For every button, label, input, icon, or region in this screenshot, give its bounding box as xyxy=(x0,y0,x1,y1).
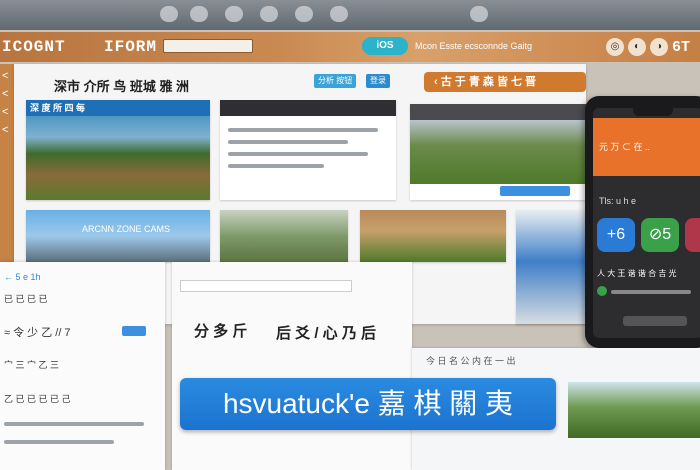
phone-screen: 元 万 ⊂ 在 .. Tls: u h e +6 ⊘5 人 大 王 谐 谐 合 … xyxy=(593,108,700,338)
browser-tab-bar xyxy=(0,0,700,30)
chevron-left-icon[interactable]: < xyxy=(2,124,14,136)
app-tile[interactable]: ⊘5 xyxy=(641,218,679,252)
panel-line: 宀 三 宀 乙 三 xyxy=(4,360,60,370)
building-image xyxy=(516,210,586,324)
site-header: ICOGNT IFORM iOS Mcon Esste ecsconnde Ga… xyxy=(0,32,700,62)
card-title: 深 度 所 四 每 xyxy=(26,100,210,116)
landscape-image xyxy=(26,116,210,200)
app-tile[interactable]: +6 xyxy=(597,218,635,252)
news-card[interactable]: 深 度 所 四 每 xyxy=(26,100,210,200)
promo-banner[interactable]: ‹ 古 于 青 森 皆 七 晋 xyxy=(424,72,586,92)
circle-3-icon[interactable]: ◑ xyxy=(649,38,668,56)
phone-header-text: 元 万 ⊂ 在 .. xyxy=(599,142,651,152)
hero-banner[interactable]: hsvuatuck'e 嘉 棋 關 夷 xyxy=(180,378,556,430)
panel-line: 乙 已 已 已 已 己 xyxy=(4,394,71,404)
panel-heading: 后 爻 / 心 乃 后 xyxy=(276,325,377,342)
site-logo[interactable]: ICOGNT xyxy=(2,38,66,56)
phone-button[interactable] xyxy=(623,316,687,326)
chevron-left-icon[interactable]: < xyxy=(2,106,14,118)
status-dot xyxy=(597,286,607,296)
header-nav-text[interactable]: Mcon Esste ecsconnde Gaitg xyxy=(415,41,532,51)
tab-pill[interactable] xyxy=(330,6,348,22)
bottom-left-panel: ← 5 e 1h 已 已 已 已 ≈ 令 少 乙 // 7 宀 三 宀 乙 三 … xyxy=(0,262,165,470)
panel-heading: 分 多 斤 xyxy=(194,323,248,340)
media-card[interactable] xyxy=(360,210,506,262)
circle-2-icon[interactable]: ◐ xyxy=(627,38,646,56)
image-caption: ARCNN ZONE CAMS xyxy=(82,224,171,234)
tab-pill[interactable] xyxy=(295,6,313,22)
side-nav-strip: < < < < xyxy=(0,64,14,264)
tab-pill[interactable] xyxy=(160,6,178,22)
panel-line[interactable]: ← 5 e 1h xyxy=(4,272,41,282)
tab-pill[interactable] xyxy=(260,6,278,22)
page-title: 深市 介所 鸟 班城 雅 洲 xyxy=(54,79,190,94)
news-card[interactable] xyxy=(220,100,396,200)
bottom-mid-panel: 分 多 斤 后 爻 / 心 乃 后 xyxy=(172,262,412,470)
tab-pill[interactable] xyxy=(190,6,208,22)
media-card[interactable] xyxy=(516,210,586,324)
landscape-image xyxy=(220,210,348,262)
nav-ios-button[interactable]: iOS xyxy=(362,37,408,55)
text-line xyxy=(611,290,691,294)
phone-notch xyxy=(633,108,673,116)
circle-1-icon[interactable]: ◎ xyxy=(605,38,624,56)
phone-mockup: 元 万 ⊂ 在 .. Tls: u h e +6 ⊘5 人 大 王 谐 谐 合 … xyxy=(585,96,700,348)
media-card[interactable] xyxy=(220,210,348,262)
phone-header: 元 万 ⊂ 在 .. xyxy=(593,118,700,176)
card-tag[interactable] xyxy=(500,186,570,196)
landscape-image xyxy=(568,382,700,438)
header-actions: ◎ ◐ ◑ 6T xyxy=(605,37,690,57)
text-input[interactable] xyxy=(180,280,352,292)
tab-pill[interactable] xyxy=(470,6,488,22)
tab-pill[interactable] xyxy=(225,6,243,22)
phone-subtitle: 人 大 王 谐 谐 合 吉 光 xyxy=(597,269,677,278)
city-image xyxy=(26,210,210,262)
panel-line: ≈ 令 少 乙 // 7 xyxy=(4,327,71,339)
site-logo-secondary: IFORM xyxy=(104,38,158,56)
phone-caption: Tls: u h e xyxy=(599,196,637,206)
landscape-image xyxy=(360,210,506,262)
panel-line: 已 已 已 已 xyxy=(4,294,48,304)
search-input[interactable] xyxy=(163,39,253,53)
chevron-left-icon[interactable]: < xyxy=(2,70,14,82)
analyze-button[interactable]: 分析 按钮 xyxy=(314,74,357,88)
landscape-image xyxy=(410,120,586,184)
card-title xyxy=(410,104,586,120)
news-card[interactable] xyxy=(410,104,586,200)
chevron-left-icon[interactable]: < xyxy=(2,88,14,100)
header-right-label: 6T xyxy=(671,38,690,56)
panel-tag[interactable] xyxy=(122,326,146,336)
card-title xyxy=(220,100,396,116)
login-button[interactable]: 登录 xyxy=(366,74,390,88)
app-tile[interactable] xyxy=(685,218,700,252)
panel-label: 今 日 名 公 内 在 一 出 xyxy=(426,356,516,366)
media-card[interactable]: ARCNN ZONE CAMS xyxy=(26,210,210,262)
